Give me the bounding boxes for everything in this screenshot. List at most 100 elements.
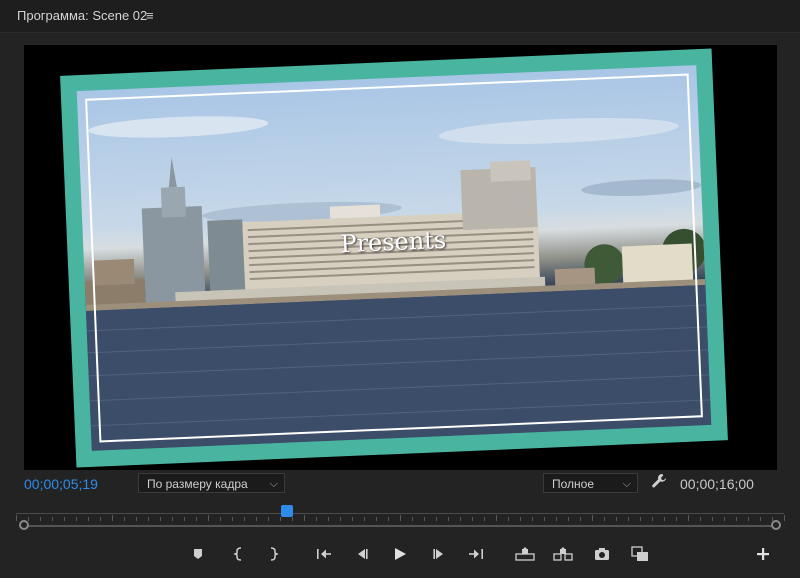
program-monitor-viewer[interactable]: Presents bbox=[24, 45, 777, 470]
ruler-tick bbox=[472, 517, 473, 521]
ruler-tick bbox=[304, 515, 305, 521]
go-to-out-icon bbox=[469, 549, 483, 559]
ruler-tick bbox=[676, 517, 677, 521]
step-forward-button[interactable] bbox=[429, 544, 449, 564]
comparison-view-button[interactable] bbox=[630, 544, 650, 564]
time-ruler[interactable] bbox=[16, 505, 785, 525]
ruler-tick bbox=[760, 517, 761, 521]
ruler-tick bbox=[748, 517, 749, 521]
ruler-tick bbox=[52, 517, 53, 521]
ruler-tick bbox=[436, 517, 437, 521]
header-divider bbox=[0, 32, 800, 33]
ruler-tick bbox=[376, 517, 377, 521]
ruler-tick bbox=[412, 517, 413, 521]
extract-button[interactable] bbox=[553, 544, 573, 564]
panel-menu-icon[interactable]: ≡ bbox=[146, 8, 154, 23]
settings-wrench-icon[interactable] bbox=[651, 473, 667, 489]
ruler-tick bbox=[268, 517, 269, 521]
ruler-tick bbox=[580, 517, 581, 521]
scrub-bar-track[interactable] bbox=[24, 525, 776, 527]
add-button[interactable] bbox=[753, 544, 773, 564]
zoom-level-select[interactable]: По размеру кадра ⌵ bbox=[138, 473, 285, 493]
ruler-tick bbox=[700, 517, 701, 521]
ruler-tick bbox=[280, 517, 281, 521]
ruler-tick bbox=[208, 515, 209, 521]
go-to-out-button[interactable] bbox=[466, 544, 486, 564]
ruler-tick bbox=[508, 517, 509, 521]
ruler-tick bbox=[256, 517, 257, 521]
chevron-down-icon: ⌵ bbox=[269, 478, 278, 490]
export-frame-button[interactable] bbox=[592, 544, 612, 564]
ruler-tick bbox=[40, 517, 41, 521]
ruler-tick bbox=[712, 517, 713, 521]
ruler-tick bbox=[592, 515, 593, 521]
ruler-tick bbox=[724, 517, 725, 521]
plus-icon bbox=[757, 548, 769, 560]
ruler-tick bbox=[100, 517, 101, 521]
comparison-icon bbox=[631, 546, 648, 561]
ruler-tick bbox=[484, 517, 485, 521]
photo-frame: Presents bbox=[60, 48, 728, 468]
ruler-tick bbox=[220, 517, 221, 521]
step-back-button[interactable] bbox=[352, 544, 372, 564]
ruler-tick bbox=[496, 515, 497, 521]
ruler-tick bbox=[616, 517, 617, 521]
ruler-tick bbox=[364, 517, 365, 521]
ruler-tick bbox=[664, 517, 665, 521]
scrub-bar-start-handle[interactable] bbox=[19, 520, 29, 530]
mark-out-button[interactable] bbox=[263, 544, 283, 564]
ruler-tick bbox=[340, 517, 341, 521]
ruler-tick bbox=[388, 517, 389, 521]
playback-resolution-label: Полное bbox=[552, 477, 595, 491]
panel-title[interactable]: Программа: Scene 02 bbox=[17, 8, 147, 23]
ruler-tick bbox=[328, 517, 329, 521]
ruler-tick bbox=[448, 517, 449, 521]
add-marker-button[interactable] bbox=[188, 544, 208, 564]
ruler-tick bbox=[244, 517, 245, 521]
ruler-tick bbox=[652, 517, 653, 521]
ruler-tick bbox=[784, 515, 785, 521]
step-forward-icon bbox=[433, 549, 443, 559]
ruler-tick bbox=[160, 517, 161, 521]
ruler-tick bbox=[400, 515, 401, 521]
ruler-tick bbox=[532, 517, 533, 521]
ruler-tick bbox=[640, 517, 641, 521]
lift-button[interactable] bbox=[515, 544, 535, 564]
ruler-tick bbox=[28, 517, 29, 521]
mark-in-button[interactable] bbox=[229, 544, 249, 564]
ruler-tick bbox=[64, 517, 65, 521]
extract-icon bbox=[553, 547, 573, 561]
ruler-baseline bbox=[16, 513, 784, 514]
ruler-tick bbox=[556, 517, 557, 521]
ruler-tick bbox=[292, 517, 293, 521]
ruler-tick bbox=[352, 517, 353, 521]
ruler-tick bbox=[460, 517, 461, 521]
mark-in-icon bbox=[233, 547, 242, 561]
play-button[interactable] bbox=[390, 544, 410, 564]
ruler-tick bbox=[112, 515, 113, 521]
ruler-tick bbox=[604, 517, 605, 521]
playback-resolution-select[interactable]: Полное ⌵ bbox=[543, 473, 638, 493]
ruler-tick bbox=[544, 517, 545, 521]
ruler-tick bbox=[136, 517, 137, 521]
play-icon bbox=[395, 548, 406, 560]
ruler-tick bbox=[424, 517, 425, 521]
ruler-tick bbox=[232, 517, 233, 521]
ruler-tick bbox=[568, 517, 569, 521]
go-to-in-button[interactable] bbox=[314, 544, 334, 564]
ruler-tick bbox=[76, 517, 77, 521]
scrub-bar-end-handle[interactable] bbox=[771, 520, 781, 530]
ruler-tick bbox=[148, 517, 149, 521]
go-to-in-icon bbox=[317, 549, 331, 559]
panel-header: Программа: Scene 02 ≡ bbox=[0, 0, 800, 32]
ruler-tick bbox=[172, 517, 173, 521]
duration-timecode: 00;00;16;00 bbox=[680, 476, 754, 492]
ruler-tick bbox=[736, 517, 737, 521]
ruler-tick bbox=[88, 517, 89, 521]
ruler-tick bbox=[124, 517, 125, 521]
lift-icon bbox=[515, 547, 535, 561]
playhead-marker[interactable] bbox=[281, 505, 293, 517]
mark-out-icon bbox=[270, 547, 279, 561]
ruler-tick bbox=[688, 515, 689, 521]
current-timecode[interactable]: 00;00;05;19 bbox=[24, 476, 98, 492]
